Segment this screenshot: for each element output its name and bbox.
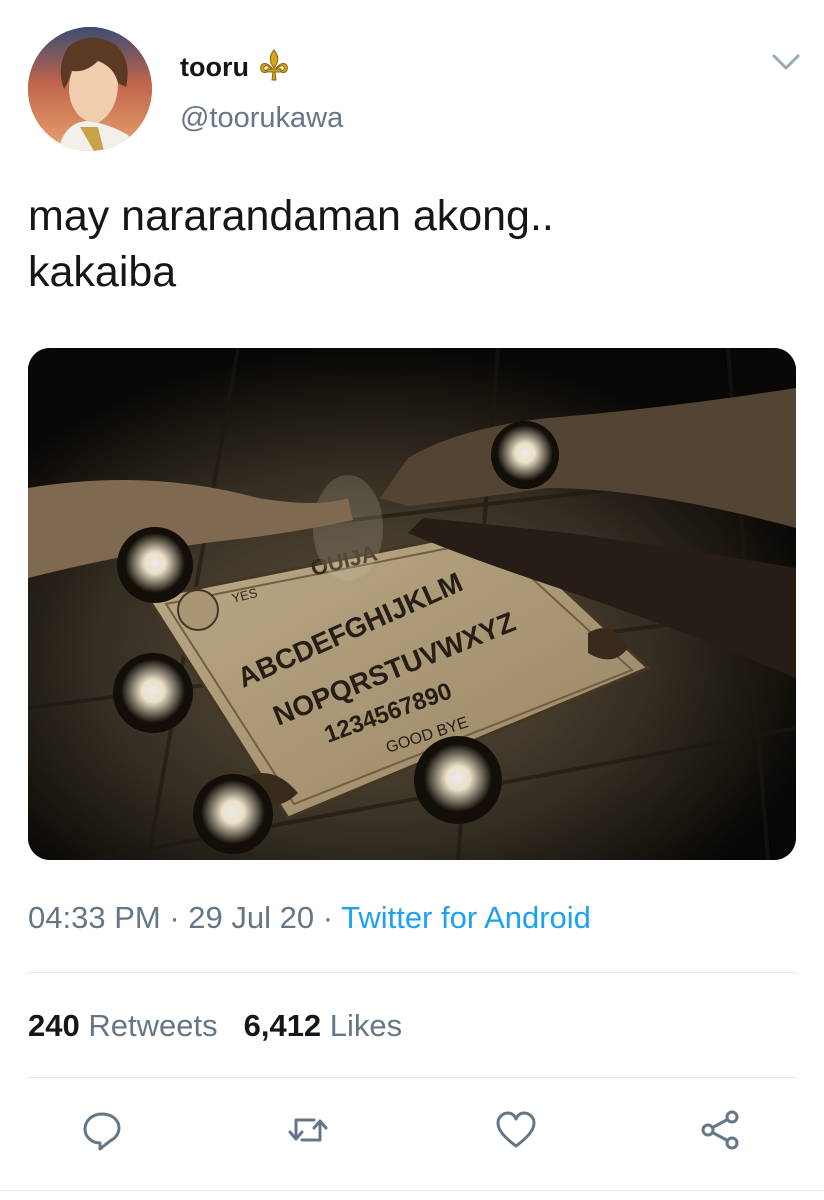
tweet-text-line: kakaiba — [28, 248, 177, 296]
retweets-count: 240 — [28, 1008, 80, 1043]
user-handle[interactable]: @toorukawa — [180, 102, 343, 135]
tweet-text-line: may nararandaman akong.. — [28, 192, 554, 240]
fleur-de-lis-icon — [257, 48, 291, 87]
tweet-source-link[interactable]: Twitter for Android — [341, 900, 591, 935]
tweet-date: 29 Jul 20 — [188, 900, 315, 935]
retweets-stat[interactable]: 240 Retweets — [28, 1008, 218, 1043]
display-name[interactable]: tooru — [180, 52, 249, 83]
separator: · — [314, 900, 342, 935]
likes-label: Likes — [329, 1008, 403, 1043]
likes-count: 6,412 — [243, 1008, 322, 1043]
chevron-down-icon[interactable] — [770, 50, 802, 74]
tweet-time: 04:33 PM — [28, 900, 161, 935]
tweet-photo[interactable]: YES OUIJA ABCDEFGHIJKLM NOPQRSTUVWXYZ 12… — [28, 348, 796, 860]
share-icon[interactable] — [698, 1108, 742, 1152]
divider — [0, 1190, 824, 1191]
avatar-image — [28, 27, 152, 151]
like-icon[interactable] — [494, 1108, 538, 1152]
reply-icon[interactable] — [80, 1108, 124, 1152]
divider — [28, 972, 796, 973]
likes-stat[interactable]: 6,412 Likes — [244, 1008, 403, 1043]
tweet-stats: 240 Retweets 6,412 Likes — [28, 1008, 402, 1044]
retweets-label: Retweets — [88, 1008, 218, 1043]
retweet-icon[interactable] — [286, 1108, 330, 1152]
separator: · — [160, 900, 189, 935]
ouija-board-photo: YES OUIJA ABCDEFGHIJKLM NOPQRSTUVWXYZ 12… — [28, 348, 796, 860]
tweet-meta: 04:33 PM · 29 Jul 20 · Twitter for Andro… — [28, 900, 591, 936]
divider — [28, 1077, 796, 1078]
tweet-text: may nararandaman akong.. kakaiba — [28, 188, 788, 300]
avatar[interactable] — [28, 27, 152, 151]
